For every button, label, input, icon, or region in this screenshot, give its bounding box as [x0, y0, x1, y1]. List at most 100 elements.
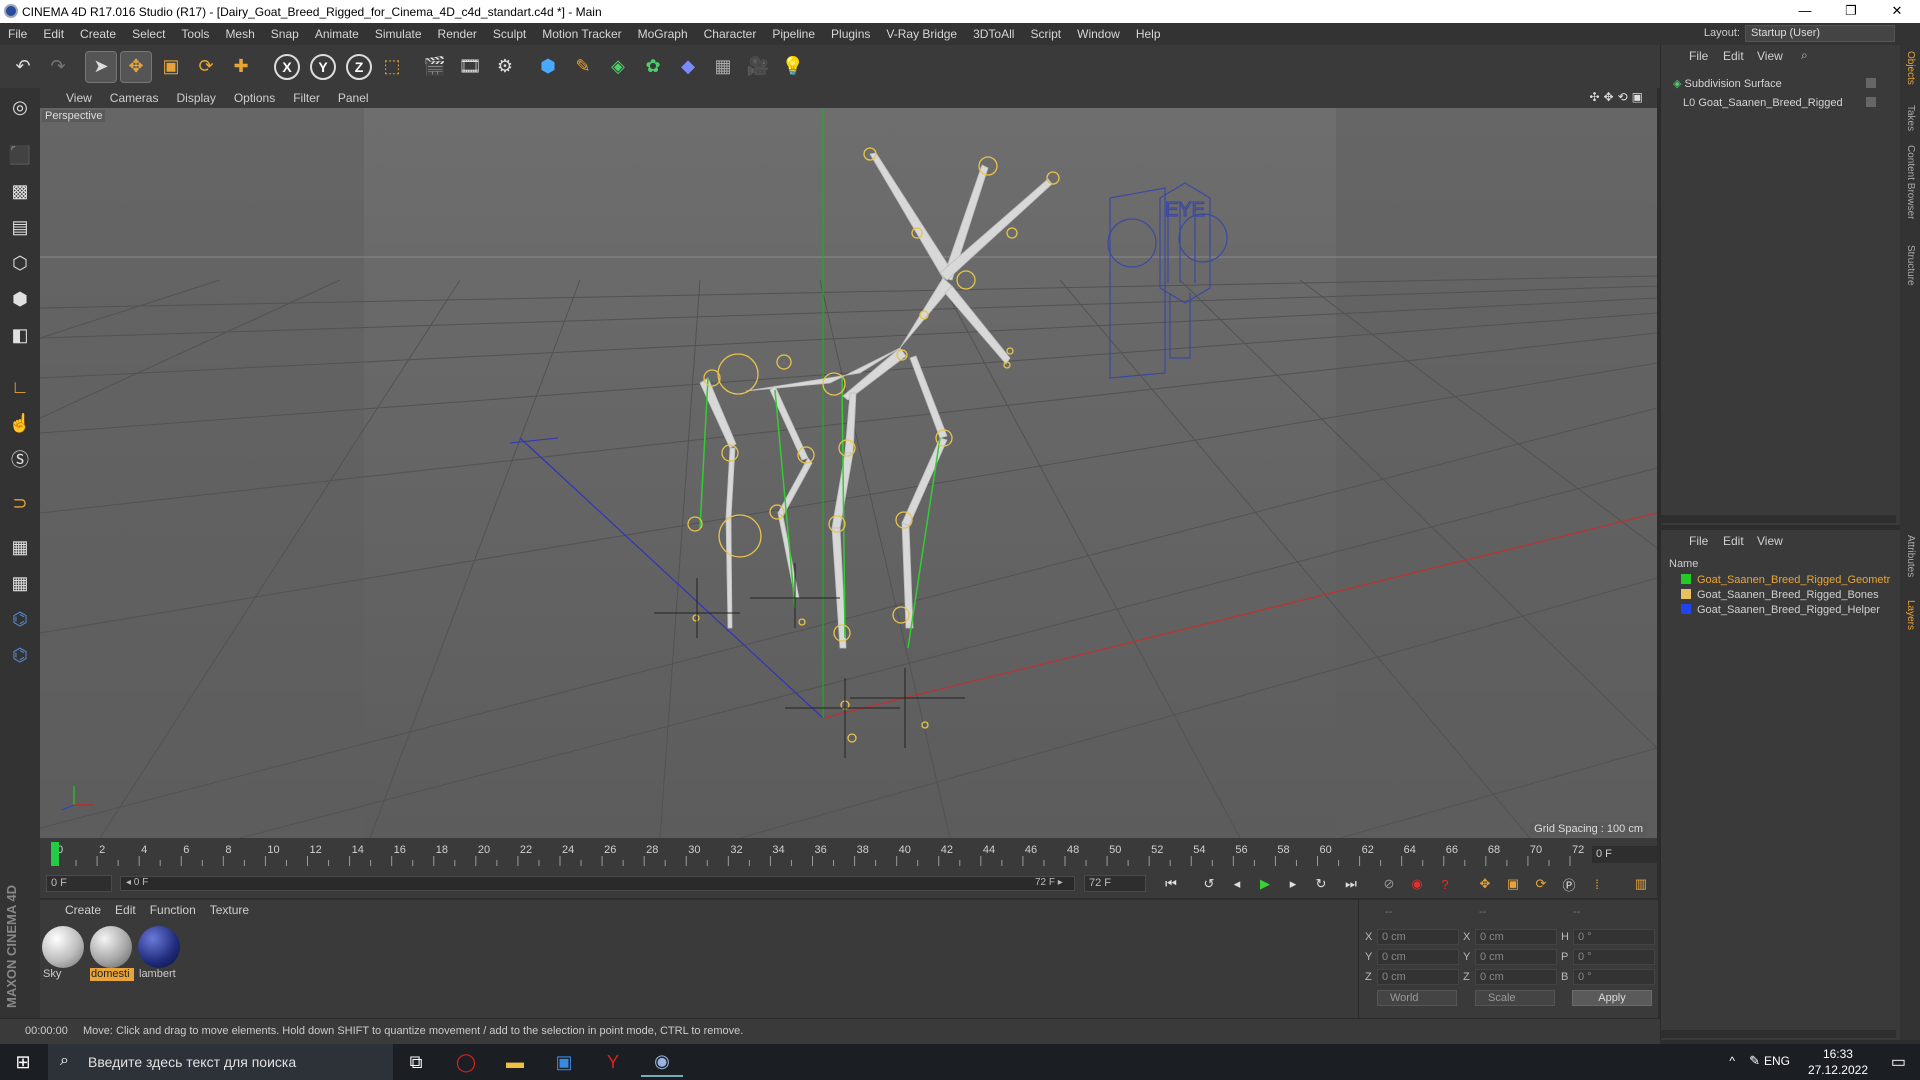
- key-pla-icon[interactable]: ⁞: [1586, 874, 1608, 894]
- menu-select[interactable]: Select: [124, 27, 173, 41]
- timeline-ruler[interactable]: 0 2 4 6 8 10 12 14 16 18 20 22 24 26 28 30 32 34 36 38 40 42 4…: [40, 838, 1657, 870]
- render-view-icon[interactable]: 🎬: [420, 52, 450, 82]
- layer-menu-edit[interactable]: Edit: [1723, 534, 1744, 548]
- key-scale-icon[interactable]: ▣: [1502, 874, 1524, 894]
- subdivision-icon[interactable]: ◈: [603, 52, 633, 82]
- timeline-window-icon[interactable]: ▥: [1630, 874, 1652, 894]
- task-view-icon[interactable]: ⧉: [395, 1047, 437, 1077]
- menu-character[interactable]: Character: [696, 27, 765, 41]
- keyframe-selection-icon[interactable]: ?: [1434, 874, 1456, 894]
- y-axis-lock-icon[interactable]: Y: [310, 53, 336, 80]
- layer-row-bones[interactable]: Goat_Saanen_Breed_Rigged_Bones: [1681, 588, 1879, 603]
- material-menu-texture[interactable]: Texture: [203, 903, 256, 917]
- next-key-icon[interactable]: ↻: [1310, 874, 1332, 894]
- menu-plugins[interactable]: Plugins: [823, 27, 878, 41]
- material-menu-create[interactable]: Create: [58, 903, 108, 917]
- menu-vray-bridge[interactable]: V-Ray Bridge: [878, 27, 965, 41]
- material-swatch-lambert[interactable]: lambert: [138, 926, 182, 984]
- store-icon[interactable]: ▣: [543, 1047, 585, 1077]
- previous-frame-icon[interactable]: ◂: [1226, 874, 1248, 894]
- menu-window[interactable]: Window: [1069, 27, 1128, 41]
- select-tool-icon[interactable]: ➤: [85, 50, 117, 83]
- go-to-end-icon[interactable]: ⏭: [1340, 874, 1362, 894]
- snap-icon[interactable]: Ⓢ: [5, 444, 35, 474]
- axis-mode-icon[interactable]: ∟: [5, 372, 35, 402]
- grid-lock-icon[interactable]: ▦: [5, 532, 35, 562]
- workplane-icon[interactable]: ▤: [5, 212, 35, 242]
- floor-icon[interactable]: ▦: [708, 52, 738, 82]
- layout-select[interactable]: Startup (User): [1745, 25, 1895, 42]
- mograph-cloner-icon[interactable]: ✿: [638, 52, 668, 82]
- menu-pipeline[interactable]: Pipeline: [764, 27, 823, 41]
- restore-button[interactable]: ❐: [1828, 0, 1874, 23]
- rotation-h-field[interactable]: 0 °: [1573, 929, 1655, 945]
- tray-chevron-icon[interactable]: ^: [1729, 1054, 1735, 1068]
- camera-icon[interactable]: 🎥: [743, 52, 773, 82]
- deformer-icon[interactable]: ◆: [673, 52, 703, 82]
- move-tool-icon[interactable]: ✥: [120, 50, 152, 83]
- go-to-start-icon[interactable]: ⏮: [1160, 874, 1182, 894]
- layer-menu-view[interactable]: View: [1757, 534, 1783, 548]
- play-icon[interactable]: ▶: [1254, 874, 1276, 894]
- file-explorer-icon[interactable]: ▬: [494, 1047, 536, 1077]
- opera-icon[interactable]: ◯: [445, 1047, 487, 1077]
- render-settings-icon[interactable]: ⚙: [490, 52, 520, 82]
- layer-horizontal-scrollbar[interactable]: [1661, 1030, 1896, 1038]
- viewport-menu-display[interactable]: Display: [167, 91, 224, 105]
- scale-tool-icon[interactable]: ▣: [156, 52, 186, 82]
- cinema4d-taskbar-icon[interactable]: ◉: [641, 1047, 683, 1077]
- menu-mograph[interactable]: MoGraph: [630, 27, 696, 41]
- position-y-field[interactable]: 0 cm: [1377, 949, 1459, 965]
- polygons-mode-icon[interactable]: ◧: [5, 320, 35, 350]
- edges-mode-icon[interactable]: ⬢: [5, 284, 35, 314]
- menu-help[interactable]: Help: [1128, 27, 1169, 41]
- menu-create[interactable]: Create: [72, 27, 124, 41]
- object-row-subdivision-surface[interactable]: ◈ Subdivision Surface: [1673, 75, 1893, 93]
- viewport-menu-options[interactable]: Options: [225, 91, 284, 105]
- visibility-toggle-icon[interactable]: [1866, 78, 1876, 88]
- layer-row-helper[interactable]: Goat_Saanen_Breed_Rigged_Helper: [1681, 603, 1880, 618]
- tab-content-browser[interactable]: Content Browser: [1905, 145, 1916, 219]
- apply-button[interactable]: Apply: [1572, 990, 1652, 1006]
- menu-script[interactable]: Script: [1022, 27, 1069, 41]
- key-rotation-icon[interactable]: ⟳: [1530, 874, 1552, 894]
- size-y-field[interactable]: 0 cm: [1475, 949, 1557, 965]
- model-mode-icon[interactable]: ⬛: [5, 140, 35, 170]
- tab-attributes[interactable]: Attributes: [1905, 535, 1916, 577]
- menu-file[interactable]: File: [0, 27, 35, 41]
- position-x-field[interactable]: 0 cm: [1377, 929, 1459, 945]
- grid-snap-icon[interactable]: ▦: [5, 568, 35, 598]
- light-icon[interactable]: 💡: [778, 52, 808, 82]
- material-menu-function[interactable]: Function: [143, 903, 203, 917]
- key-parameter-icon[interactable]: Ⓟ: [1558, 874, 1580, 894]
- viewport-menu-cameras[interactable]: Cameras: [101, 91, 168, 105]
- next-frame-icon[interactable]: ▸: [1282, 874, 1304, 894]
- tab-objects[interactable]: Objects: [1905, 51, 1916, 85]
- 3d-viewport[interactable]: EYE Perspective Grid Spacing : 100 cm: [40, 108, 1657, 838]
- material-swatch-domesti[interactable]: domesti: [90, 926, 134, 984]
- start-frame-field[interactable]: 0 F: [46, 875, 112, 892]
- magnet-icon[interactable]: ⊃: [5, 488, 35, 518]
- menu-animate[interactable]: Animate: [307, 27, 367, 41]
- pen-icon[interactable]: ✎: [1749, 1053, 1760, 1069]
- rotate-tool-icon[interactable]: ⟳: [191, 52, 221, 82]
- viewport-camera-label[interactable]: Perspective: [42, 110, 106, 122]
- coordinate-type-dropdown[interactable]: Scale: [1475, 990, 1555, 1006]
- object-menu-view[interactable]: View: [1757, 49, 1783, 63]
- menu-snap[interactable]: Snap: [263, 27, 307, 41]
- rotation-b-field[interactable]: 0 °: [1573, 969, 1655, 985]
- viewport-navigation-icons[interactable]: ✣✥⟲▣: [1589, 90, 1647, 104]
- texture-mode-icon[interactable]: ▩: [5, 176, 35, 206]
- menu-mesh[interactable]: Mesh: [217, 27, 262, 41]
- layer-menu-file[interactable]: File: [1689, 534, 1708, 548]
- object-menu-edit[interactable]: Edit: [1723, 49, 1744, 63]
- python-script-icon[interactable]: ⌬: [5, 640, 35, 670]
- menu-sculpt[interactable]: Sculpt: [485, 27, 534, 41]
- end-frame-field[interactable]: 72 F: [1084, 875, 1146, 892]
- position-z-field[interactable]: 0 cm: [1377, 969, 1459, 985]
- taskbar-search-box[interactable]: ⌕ Введите здесь текст для поиска: [48, 1044, 393, 1080]
- object-manager-search-icon[interactable]: ⌕: [1801, 48, 1808, 63]
- start-button-icon[interactable]: ⊞: [2, 1047, 44, 1077]
- coordinate-mode-dropdown[interactable]: World: [1377, 990, 1457, 1006]
- range-slider[interactable]: [120, 876, 1075, 891]
